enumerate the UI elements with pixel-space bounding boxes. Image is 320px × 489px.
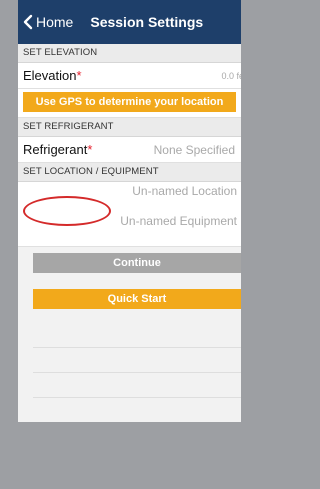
app-screen: Home Session Settings SET ELEVATION Elev… bbox=[18, 0, 241, 422]
required-mark: * bbox=[76, 68, 82, 83]
annotation-ellipse bbox=[23, 196, 111, 226]
quick-start-button[interactable]: Quick Start bbox=[33, 289, 241, 309]
list-item bbox=[33, 323, 241, 348]
gps-button-container: Use GPS to determine your location bbox=[18, 89, 241, 118]
back-button[interactable]: Home bbox=[18, 14, 73, 30]
list-item bbox=[33, 373, 241, 398]
section-header-location: SET LOCATION / EQUIPMENT bbox=[18, 163, 241, 182]
section-header-elevation: SET ELEVATION bbox=[18, 44, 241, 63]
navigation-bar: Home Session Settings bbox=[18, 0, 241, 44]
location-equipment-block[interactable]: Un-named Location Un-named Equipment bbox=[18, 182, 241, 247]
refrigerant-label: Refrigerant* bbox=[23, 142, 93, 157]
elevation-row[interactable]: Elevation* 0.0 fee bbox=[18, 63, 241, 89]
elevation-label: Elevation* bbox=[23, 68, 82, 83]
list-item bbox=[33, 398, 241, 422]
continue-button[interactable]: Continue bbox=[33, 253, 241, 273]
list-item bbox=[33, 348, 241, 373]
elevation-value: 0.0 fee bbox=[221, 70, 241, 81]
page-title: Session Settings bbox=[90, 14, 204, 30]
back-label: Home bbox=[36, 14, 74, 30]
location-value[interactable]: Un-named Location bbox=[132, 184, 237, 198]
equipment-value[interactable]: Un-named Equipment bbox=[120, 214, 237, 228]
chevron-left-icon bbox=[23, 14, 33, 30]
section-header-refrigerant: SET REFRIGERANT bbox=[18, 118, 241, 137]
use-gps-button[interactable]: Use GPS to determine your location bbox=[23, 92, 236, 112]
refrigerant-value: None Specified bbox=[153, 142, 235, 157]
required-mark: * bbox=[87, 142, 93, 157]
refrigerant-row[interactable]: Refrigerant* None Specified bbox=[18, 137, 241, 163]
